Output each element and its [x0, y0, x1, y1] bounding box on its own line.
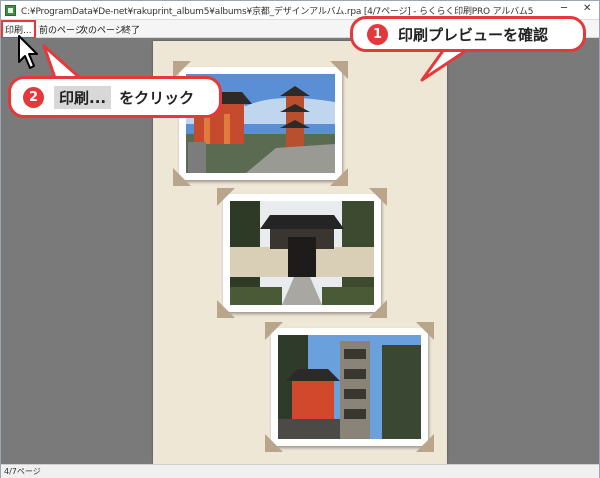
callout-2-tail	[42, 44, 82, 80]
step-number-1: 1	[367, 23, 388, 45]
callout-1-tail	[420, 46, 472, 82]
step-number-2: 2	[23, 86, 44, 108]
mouse-cursor-icon	[18, 35, 38, 69]
step-2-text: をクリック	[119, 88, 195, 107]
print-label-chip: 印刷...	[54, 85, 112, 109]
step-1-text: 印刷プレビューを確認	[398, 25, 549, 44]
callout-step-2: 2 印刷... をクリック	[8, 76, 222, 118]
callout-pointers	[18, 35, 472, 82]
callout-step-1: 1 印刷プレビューを確認	[350, 16, 586, 52]
